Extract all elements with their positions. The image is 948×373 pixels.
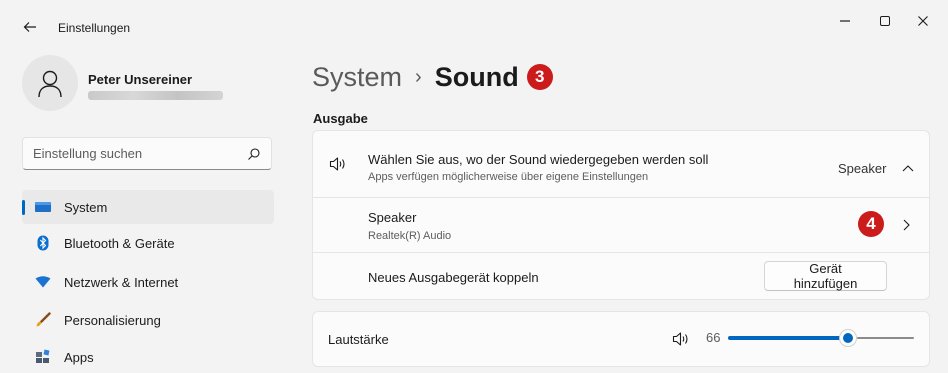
annotation-marker: 3 (526, 64, 553, 90)
app-title: Einstellungen (58, 21, 131, 35)
bluetooth-icon (34, 234, 52, 252)
breadcrumb: System › Sound 3 (312, 58, 553, 96)
close-icon (918, 16, 928, 26)
user-email-blurred (88, 91, 223, 100)
volume-slider[interactable] (728, 328, 914, 348)
sidebar-item-label: Apps (64, 349, 94, 365)
pair-device-label: Neues Ausgabegerät koppeln (368, 270, 539, 285)
brush-icon (34, 311, 52, 329)
sidebar-item-personalization[interactable]: Personalisierung (22, 303, 274, 337)
volume-value: 66 (706, 330, 721, 345)
sidebar-item-label: System (64, 199, 108, 215)
volume-slider-thumb[interactable] (839, 329, 857, 347)
page-title: Sound (434, 61, 519, 92)
output-chooser-title: Wählen Sie aus, wo der Sound wiedergegeb… (368, 152, 709, 167)
sidebar-item-label: Netzwerk & Internet (64, 274, 179, 290)
add-device-button[interactable]: Gerät hinzufügen (764, 261, 887, 291)
search-input[interactable] (33, 138, 233, 169)
minimize-button[interactable] (830, 10, 860, 32)
volume-label: Lautstärke (328, 332, 389, 347)
selection-indicator (22, 200, 25, 215)
wifi-icon (34, 273, 52, 291)
sidebar-item-label: Bluetooth & Geräte (64, 235, 175, 251)
search-icon[interactable] (247, 147, 261, 161)
back-button[interactable] (20, 17, 40, 37)
volume-slider-fill (728, 336, 848, 340)
speaker-icon (329, 157, 345, 171)
sidebar-item-system[interactable]: System (22, 190, 274, 224)
title-bar: Einstellungen (0, 0, 948, 50)
maximize-icon (880, 16, 890, 26)
sidebar-item-bluetooth[interactable]: Bluetooth & Geräte (22, 226, 274, 260)
back-arrow-icon (23, 22, 36, 32)
system-monitor-icon (34, 198, 52, 216)
maximize-button[interactable] (870, 10, 900, 32)
chevron-right-icon[interactable] (902, 219, 910, 231)
annotation-marker: 4 (858, 211, 884, 237)
output-selected-value: Speaker (838, 161, 887, 176)
search-box[interactable] (22, 137, 272, 170)
output-chooser-subtitle: Apps verfügen möglicherweise über eigene… (368, 171, 649, 183)
user-name: Peter Unsereiner (88, 72, 193, 87)
sidebar-item-network[interactable]: Netzwerk & Internet (22, 265, 274, 299)
speaker-icon[interactable] (672, 332, 690, 346)
minimize-icon (840, 20, 850, 22)
breadcrumb-separator-icon: › (415, 65, 422, 88)
device-driver: Realtek(R) Audio (368, 230, 452, 242)
pair-device-row: Neues Ausgabegerät koppeln Gerät hinzufü… (313, 253, 929, 300)
output-device-row[interactable]: Speaker Realtek(R) Audio 4 (313, 198, 929, 252)
person-icon (38, 70, 62, 98)
apps-icon (34, 348, 52, 366)
sidebar-item-apps[interactable]: Apps (22, 340, 274, 373)
sidebar-item-label: Personalisierung (64, 312, 161, 328)
chevron-up-icon[interactable] (902, 164, 914, 172)
output-card: Wählen Sie aus, wo der Sound wiedergegeb… (312, 130, 930, 300)
volume-slider-track (857, 337, 914, 339)
section-title-output: Ausgabe (313, 111, 368, 126)
volume-card: Lautstärke 66 (312, 311, 930, 367)
device-name: Speaker (368, 210, 417, 225)
breadcrumb-parent[interactable]: System (312, 62, 402, 93)
close-button[interactable] (908, 10, 938, 32)
user-profile[interactable]: Peter Unsereiner (22, 55, 272, 115)
output-chooser-row[interactable]: Wählen Sie aus, wo der Sound wiedergegeb… (313, 131, 929, 197)
avatar (22, 55, 78, 111)
